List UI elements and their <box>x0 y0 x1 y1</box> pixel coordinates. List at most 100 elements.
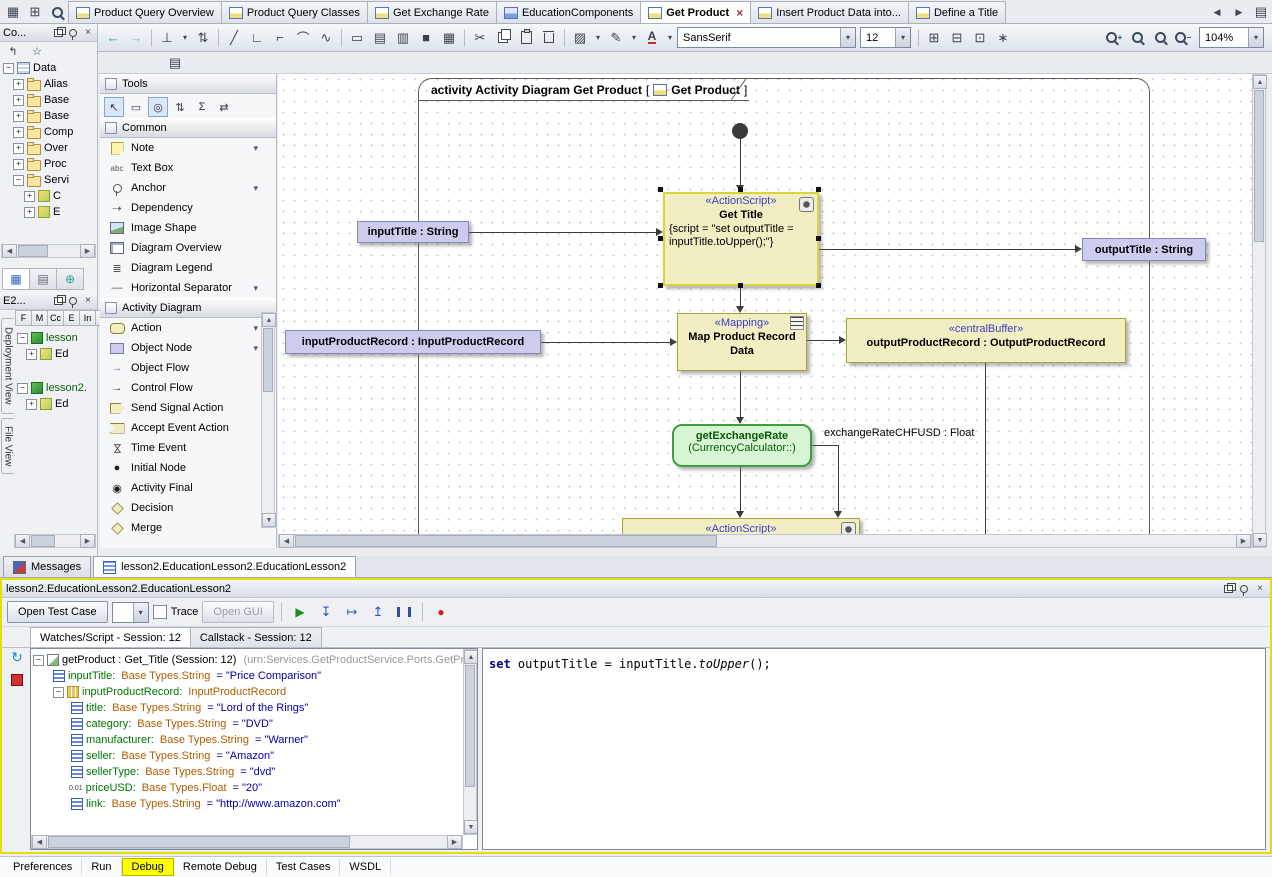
fill-color-icon[interactable]: ▨ <box>569 27 591 49</box>
scroll-down-icon[interactable]: ▼ <box>464 820 478 834</box>
align-rows-icon[interactable]: ▤ <box>369 27 391 49</box>
tab-messages[interactable]: Messages <box>3 556 91 577</box>
tab-callstack[interactable]: Callstack - Session: 12 <box>190 627 322 647</box>
palette-item-note[interactable]: Note ▾ <box>100 138 276 158</box>
central-buffer-node[interactable]: «centralBuffer» outputProductRecord : Ou… <box>846 318 1126 363</box>
pin-panel-icon[interactable] <box>67 295 79 307</box>
expand-icon[interactable]: + <box>24 207 35 218</box>
watch-vscrollbar[interactable]: ▲ ▼ <box>463 649 477 835</box>
expand-window-icon[interactable]: ⊡ <box>969 27 991 49</box>
new-window-icon[interactable]: ⊞ <box>923 27 945 49</box>
line-color-dropdown-icon[interactable]: ▾ <box>628 27 640 49</box>
components-view-tab-icon[interactable]: ▦ <box>2 268 30 290</box>
trace-checkbox[interactable] <box>153 605 167 619</box>
selection-handle[interactable] <box>816 236 821 241</box>
selection-handle[interactable] <box>658 187 663 192</box>
tree-item-proc[interactable]: + Proc <box>0 156 97 172</box>
scroll-thumb[interactable] <box>31 535 55 547</box>
selection-handle[interactable] <box>658 283 663 288</box>
zoom-reset-icon[interactable] <box>1126 27 1148 49</box>
chevron-down-icon[interactable]: ▾ <box>253 143 258 154</box>
palette-item-action[interactable]: Action ▾ <box>100 318 276 338</box>
input-pin-inputproductrecord[interactable]: inputProductRecord : InputProductRecord <box>285 330 541 354</box>
palette-item-send-signal-action[interactable]: Send Signal Action <box>100 398 276 418</box>
open-test-case-button[interactable]: Open Test Case <box>7 601 108 623</box>
input-pin-inputtitle[interactable]: inputTitle : String <box>357 221 469 243</box>
tab-list-icon[interactable]: ▤ <box>1250 1 1272 23</box>
expand-icon[interactable]: + <box>26 349 37 360</box>
scroll-thumb[interactable] <box>263 328 273 392</box>
open-gui-button[interactable]: Open GUI <box>202 601 274 623</box>
status-tab-preferences[interactable]: Preferences <box>4 859 82 875</box>
tree-item-comp[interactable]: + Comp <box>0 124 97 140</box>
status-tab-remote-debug[interactable]: Remote Debug <box>174 859 267 875</box>
doc-tab-get-exchange-rate[interactable]: Get Exchange Rate <box>367 1 497 23</box>
doc-tab-educationcomponents[interactable]: EducationComponents <box>496 1 641 23</box>
diagram-layers-icon[interactable]: ▤ <box>164 52 186 74</box>
object-flow-edge[interactable] <box>838 445 839 511</box>
restore-panel-icon[interactable] <box>52 27 64 39</box>
collapse-icon[interactable]: − <box>17 383 28 394</box>
palette-item-merge[interactable]: Merge <box>100 518 276 538</box>
palette-item-diagram-overview[interactable]: Diagram Overview <box>100 238 276 258</box>
tree-item-lesson2[interactable]: − lesson2. <box>14 380 97 396</box>
model-icon[interactable]: ▦ <box>2 1 24 23</box>
tree-item-base-1[interactable]: + Base <box>0 92 97 108</box>
tree-layout-icon[interactable]: ⊥ <box>156 27 178 49</box>
action-node-partial[interactable]: «ActionScript» <box>622 518 860 534</box>
font-color-icon[interactable]: A <box>641 27 663 49</box>
status-tab-debug[interactable]: Debug <box>122 858 174 876</box>
tree-item-base-2[interactable]: + Base <box>0 108 97 124</box>
chevron-down-icon[interactable]: ▾ <box>253 323 258 334</box>
doc-tab-insert-product-data[interactable]: Insert Product Data into... <box>750 1 909 23</box>
expand-icon[interactable]: + <box>13 127 24 138</box>
select-tool-icon[interactable]: ↖ <box>104 97 124 117</box>
draw-angle-line-icon[interactable]: ∟ <box>246 27 268 49</box>
draw-arc-icon[interactable]: ⌒ <box>292 27 314 49</box>
sum-tool-icon[interactable]: Σ <box>192 97 212 117</box>
line-color-icon[interactable]: ✎ <box>605 27 627 49</box>
object-flow-edge[interactable] <box>541 342 670 343</box>
zoom-in-icon[interactable]: + <box>1103 27 1125 49</box>
selection-handle[interactable] <box>738 283 743 288</box>
orthogonal-layout-icon[interactable]: ⇅ <box>192 27 214 49</box>
scroll-down-icon[interactable]: ▼ <box>1253 533 1267 547</box>
tree-item-lesson[interactable]: − lesson <box>14 330 97 346</box>
canvas-vscrollbar[interactable]: ▲ ▼ <box>1252 74 1266 548</box>
deployment-view-tab[interactable]: Deployment View <box>1 318 14 414</box>
col-tab-m[interactable]: M <box>31 310 48 326</box>
expand-icon[interactable]: + <box>13 95 24 106</box>
palette-header-activity-diagram[interactable]: Activity Diagram <box>100 298 276 318</box>
palette-item-time-event[interactable]: ⋈ Time Event <box>100 438 276 458</box>
tab-lesson2-session[interactable]: lesson2.EducationLesson2.EducationLesson… <box>93 556 356 577</box>
collapse-window-icon[interactable]: ⊟ <box>946 27 968 49</box>
scroll-thumb[interactable] <box>18 245 48 257</box>
close-panel-icon[interactable]: × <box>1254 583 1266 595</box>
zoom-level-select[interactable]: 104% ▾ <box>1199 27 1264 48</box>
font-family-select[interactable]: SansSerif ▾ <box>677 27 856 48</box>
collapse-icon[interactable]: − <box>13 175 24 186</box>
align-left-icon[interactable]: ▭ <box>346 27 368 49</box>
step-over-icon[interactable]: ↦ <box>341 601 363 623</box>
watch-row-category[interactable]: category: Base Types.String = "DVD" <box>33 716 475 732</box>
font-color-dropdown-icon[interactable]: ▾ <box>664 27 676 49</box>
diagram-grid-icon[interactable]: ⊞ <box>24 1 46 23</box>
col-tab-f[interactable]: F <box>15 310 32 326</box>
script-badge-icon[interactable] <box>799 197 814 212</box>
script-badge-icon[interactable] <box>841 522 856 534</box>
chevron-down-icon[interactable]: ▾ <box>253 283 258 294</box>
collapse-icon[interactable]: − <box>53 687 64 698</box>
object-flow-edge[interactable] <box>819 249 1075 250</box>
tree-item-c[interactable]: + C <box>0 188 97 204</box>
restore-panel-icon[interactable] <box>1222 583 1234 595</box>
chevron-down-icon[interactable]: ▾ <box>253 343 258 354</box>
e2e-hscrollbar[interactable]: ◀ ▶ <box>14 534 96 548</box>
swap-tool-icon[interactable]: ⇄ <box>214 97 234 117</box>
object-flow-edge[interactable] <box>807 340 839 341</box>
palette-scrollbar[interactable]: ▲ ▼ <box>261 312 275 528</box>
draw-polyline-icon[interactable]: ⌐ <box>269 27 291 49</box>
palette-item-accept-event-action[interactable]: Accept Event Action <box>100 418 276 438</box>
paste-icon[interactable] <box>515 27 537 49</box>
font-size-select[interactable]: 12 ▾ <box>860 27 911 48</box>
favorites-icon[interactable]: ☆ <box>26 42 48 60</box>
